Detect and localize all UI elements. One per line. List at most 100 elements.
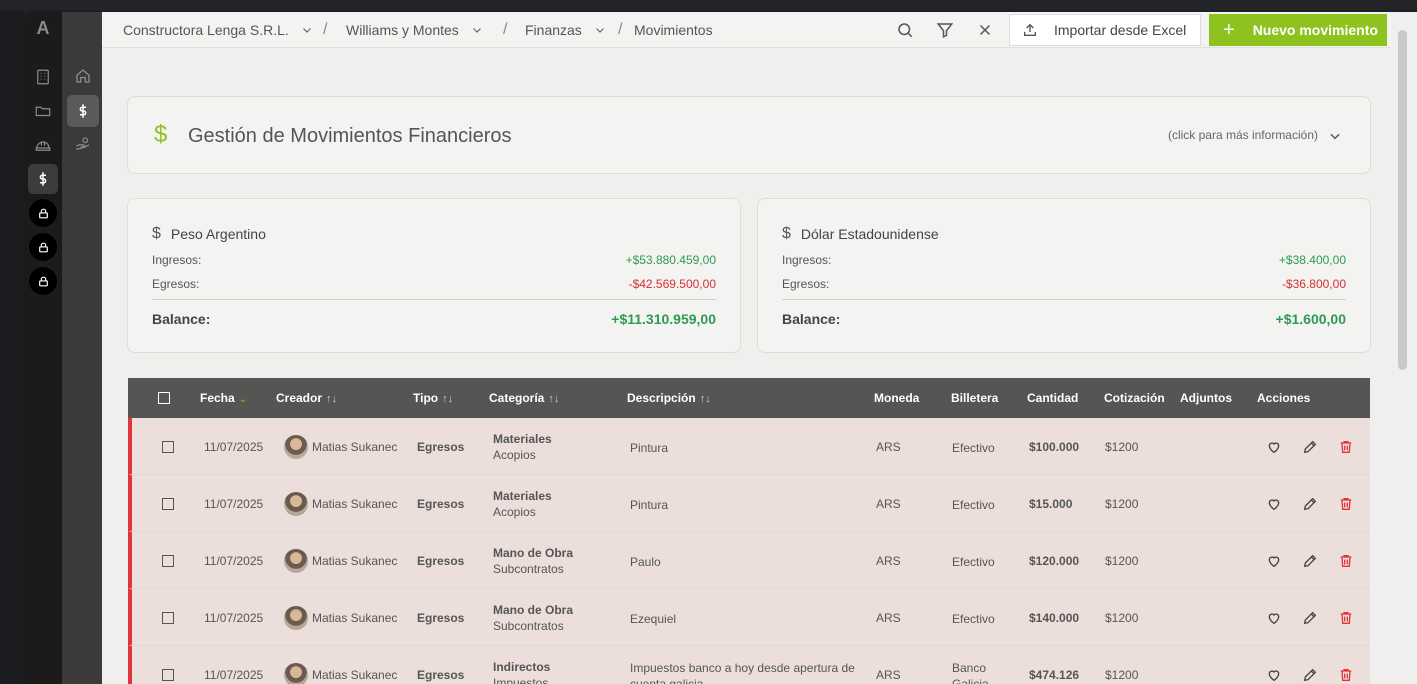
- balance-label: Balance:: [782, 311, 841, 327]
- folder-icon[interactable]: [28, 96, 58, 126]
- avatar: [284, 663, 308, 684]
- scrollbar-thumb[interactable]: [1398, 30, 1407, 370]
- cell-tipo: Egresos: [417, 440, 465, 454]
- search-icon[interactable]: [896, 21, 914, 39]
- edit-pencil-icon[interactable]: [1302, 439, 1318, 455]
- column-header-label: Fecha: [200, 391, 235, 405]
- breadcrumb-separator: /: [323, 21, 328, 38]
- browser-top-strip: [0, 0, 1417, 10]
- breadcrumb-company[interactable]: Constructora Lenga S.R.L.: [123, 12, 313, 48]
- table-row[interactable]: 11/07/2025 Matias Sukanec Egresos Materi…: [128, 418, 1370, 475]
- row-checkbox[interactable]: [162, 555, 174, 567]
- dollar-icon: $: [154, 121, 168, 148]
- close-icon[interactable]: [976, 21, 994, 39]
- column-header-tipo[interactable]: Tipo ↑↓: [413, 391, 453, 405]
- avatar: [284, 606, 308, 630]
- heart-icon[interactable]: [1266, 439, 1282, 455]
- breadcrumb-section[interactable]: Finanzas: [525, 12, 606, 48]
- row-checkbox[interactable]: [162, 441, 174, 453]
- table-row[interactable]: 11/07/2025 Matias Sukanec Egresos Materi…: [128, 475, 1370, 532]
- lock-icon[interactable]: [29, 267, 57, 295]
- cell-billetera: Efectivo: [952, 555, 995, 569]
- cell-descripcion: Ezequiel: [630, 612, 677, 626]
- cell-tipo: Egresos: [417, 554, 465, 568]
- cell-cotizacion: $1200: [1105, 611, 1139, 625]
- lock-icon[interactable]: [29, 233, 57, 261]
- column-header-fecha[interactable]: Fecha ⌄: [200, 391, 247, 405]
- trash-icon[interactable]: [1338, 610, 1354, 626]
- cell-categoria: Materiales: [493, 432, 552, 446]
- avatar: [284, 492, 308, 516]
- table-row[interactable]: 11/07/2025 Matias Sukanec Egresos Indire…: [128, 646, 1370, 684]
- building-icon[interactable]: [28, 62, 58, 92]
- hardhat-icon[interactable]: [28, 130, 58, 160]
- edit-pencil-icon[interactable]: [1302, 667, 1318, 683]
- cell-tipo: Egresos: [417, 497, 465, 511]
- cell-descripcion: Pintura: [630, 441, 669, 455]
- home-icon[interactable]: [68, 61, 98, 91]
- edit-pencil-icon[interactable]: [1302, 496, 1318, 512]
- cell-cotizacion: $1200: [1105, 668, 1139, 682]
- column-header-descripcion[interactable]: Descripción ↑↓: [627, 391, 711, 405]
- edit-pencil-icon[interactable]: [1302, 610, 1318, 626]
- cell-moneda: ARS: [876, 497, 901, 511]
- table-body: 11/07/2025 Matias Sukanec Egresos Materi…: [128, 418, 1370, 684]
- cell-billetera: Efectivo: [952, 441, 995, 455]
- edit-pencil-icon[interactable]: [1302, 553, 1318, 569]
- cell-billetera: Banco Galicia: [952, 661, 989, 684]
- movements-dollar-icon[interactable]: [67, 95, 99, 127]
- finance-dollar-icon[interactable]: [28, 164, 58, 194]
- row-checkbox[interactable]: [162, 498, 174, 510]
- lock-icon[interactable]: [29, 199, 57, 227]
- avatar: [284, 549, 308, 573]
- trash-icon[interactable]: [1338, 667, 1354, 683]
- cell-creador: Matias Sukanec: [312, 440, 398, 454]
- cell-subcategoria: Impuestos: [493, 676, 549, 684]
- select-all-checkbox[interactable]: [158, 392, 170, 404]
- breadcrumb-page: Movimientos: [634, 12, 713, 48]
- import-excel-button[interactable]: Importar desde Excel: [1009, 14, 1201, 46]
- trash-icon[interactable]: [1338, 439, 1354, 455]
- row-checkbox[interactable]: [162, 669, 174, 681]
- cell-creador: Matias Sukanec: [312, 668, 398, 682]
- table-header: Fecha ⌄ Creador ↑↓ Tipo ↑↓ Categoría ↑↓ Desc…: [128, 378, 1370, 418]
- income-label: Ingresos:: [782, 253, 832, 267]
- hand-coins-icon[interactable]: [68, 129, 98, 159]
- row-checkbox[interactable]: [162, 612, 174, 624]
- breadcrumb-project-label: Williams y Montes: [346, 22, 459, 38]
- page-title-card[interactable]: $ Gestión de Movimientos Financieros (cl…: [127, 96, 1371, 174]
- column-header-cantidad: Cantidad: [1027, 391, 1079, 405]
- cell-cotizacion: $1200: [1105, 497, 1139, 511]
- divider: [782, 299, 1346, 300]
- table-row[interactable]: 11/07/2025 Matias Sukanec Egresos Mano d…: [128, 589, 1370, 646]
- cell-cantidad: $120.000: [1029, 554, 1080, 568]
- trash-icon[interactable]: [1338, 496, 1354, 512]
- breadcrumb-section-label: Finanzas: [525, 22, 582, 38]
- currency-name: Peso Argentino: [170, 226, 266, 242]
- heart-icon[interactable]: [1266, 553, 1282, 569]
- expense-value: -$42.569.500,00: [628, 277, 716, 291]
- breadcrumb-project[interactable]: Williams y Montes: [346, 12, 483, 48]
- table-row[interactable]: 11/07/2025 Matias Sukanec Egresos Mano d…: [128, 532, 1370, 589]
- app-logo[interactable]: A: [24, 18, 62, 39]
- heart-icon[interactable]: [1266, 667, 1282, 683]
- more-info-link[interactable]: (click para más información): [1168, 128, 1318, 142]
- heart-icon[interactable]: [1266, 496, 1282, 512]
- balance-row: Balance: +$11.310.959,00: [152, 311, 716, 327]
- cell-subcategoria: Acopios: [493, 505, 536, 519]
- trash-icon[interactable]: [1338, 553, 1354, 569]
- heart-icon[interactable]: [1266, 610, 1282, 626]
- currency-card-header: $ Dólar Estadounidense: [782, 225, 939, 243]
- expense-row: Egresos: -$42.569.500,00: [152, 277, 716, 291]
- filter-icon[interactable]: [936, 21, 954, 39]
- chevron-down-icon[interactable]: [1328, 129, 1342, 143]
- column-header-categoria[interactable]: Categoría ↑↓: [489, 391, 559, 405]
- column-header-creador[interactable]: Creador ↑↓: [276, 391, 337, 405]
- cell-descripcion: Paulo: [630, 555, 661, 569]
- currency-card-usd: $ Dólar Estadounidense Ingresos: +$38.40…: [757, 198, 1371, 353]
- breadcrumb-page-label: Movimientos: [634, 22, 713, 38]
- sort-desc-icon: ⌄: [238, 394, 248, 405]
- currency-name: Dólar Estadounidense: [800, 226, 939, 242]
- new-movement-button[interactable]: + Nuevo movimiento: [1209, 14, 1387, 46]
- cell-moneda: ARS: [876, 554, 901, 568]
